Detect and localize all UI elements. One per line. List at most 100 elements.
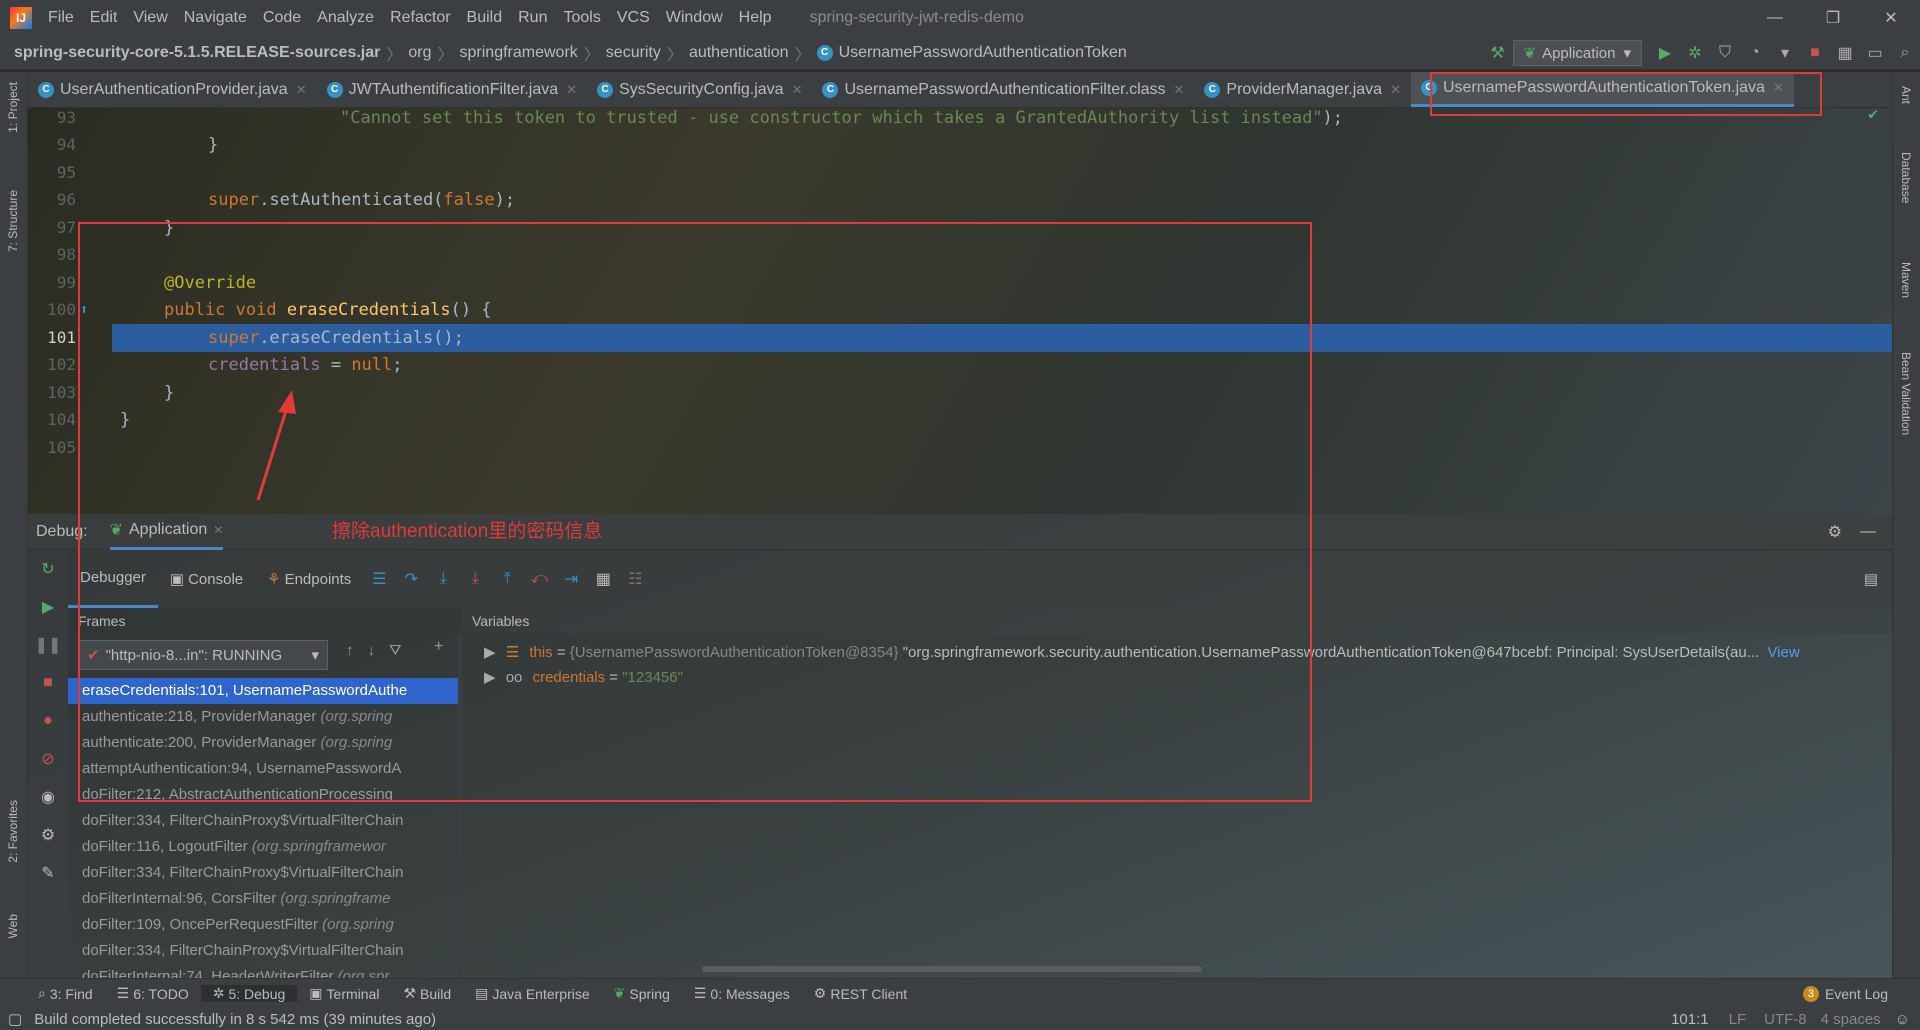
- breadcrumb-org[interactable]: org: [408, 44, 431, 62]
- menu-tools[interactable]: Tools: [555, 9, 608, 27]
- hide-panel-icon[interactable]: —: [1860, 523, 1876, 541]
- project-tool-button[interactable]: 1: Project: [6, 82, 20, 133]
- run-config-label: Application: [1542, 44, 1616, 62]
- frame-item[interactable]: doFilter:116, LogoutFilter (org.springfr…: [68, 834, 458, 860]
- ant-tool-button[interactable]: Ant: [1899, 86, 1913, 104]
- settings-icon[interactable]: ⚙: [28, 816, 68, 854]
- view-link[interactable]: View: [1767, 644, 1799, 661]
- favorites-tool-button[interactable]: 2: Favorites: [6, 800, 20, 863]
- variables-hscrollbar[interactable]: [702, 966, 1202, 972]
- debug-tool-button[interactable]: ✲ 5: Debug: [200, 985, 298, 1002]
- search-everywhere-icon[interactable]: ⌕: [1890, 44, 1920, 62]
- messages-tool-button[interactable]: ☰ 0: Messages: [682, 985, 802, 1002]
- database-tool-button[interactable]: Database: [1899, 152, 1913, 203]
- caret-position[interactable]: 101:1: [1671, 1011, 1709, 1028]
- class-icon: C: [822, 81, 839, 98]
- tab-user-authentication-provider[interactable]: C UserAuthenticationProvider.java ✕: [28, 72, 317, 107]
- close-icon[interactable]: ✕: [1862, 0, 1920, 36]
- rest-client-tool-button[interactable]: ⚙ REST Client: [802, 985, 919, 1002]
- run-config-select[interactable]: ❦ Application ▾: [1512, 40, 1642, 66]
- file-encoding[interactable]: UTF-8: [1764, 1011, 1807, 1028]
- close-tab-icon[interactable]: ✕: [1174, 82, 1185, 98]
- title-bar: IJ File Edit View Navigate Code Analyze …: [0, 0, 1920, 36]
- event-log-button[interactable]: 3 Event Log: [1791, 985, 1900, 1002]
- run-icon[interactable]: ▶: [1650, 43, 1680, 63]
- tab-provider-manager[interactable]: C ProviderManager.java ✕: [1194, 72, 1411, 107]
- frame-item[interactable]: doFilter:334, FilterChainProxy$VirtualFi…: [68, 808, 458, 834]
- mute-breakpoints-icon[interactable]: ⊘: [28, 740, 68, 778]
- indent-setting[interactable]: 4 spaces: [1821, 1011, 1881, 1028]
- line-number: 100: [47, 300, 76, 319]
- web-tool-button[interactable]: Web: [6, 914, 20, 938]
- menu-run[interactable]: Run: [510, 9, 555, 27]
- close-tab-icon[interactable]: ✕: [792, 82, 803, 98]
- resume-icon[interactable]: ▶: [28, 588, 68, 626]
- spring-tool-button[interactable]: ❦ Spring: [602, 985, 682, 1002]
- breadcrumb-springframework[interactable]: springframework: [460, 44, 578, 62]
- structure-tool-button[interactable]: 7: Structure: [6, 190, 20, 252]
- right-tool-strip: Ant Database Maven Bean Validation: [1892, 72, 1920, 978]
- project-structure-icon[interactable]: ▦: [1830, 43, 1860, 63]
- menu-code[interactable]: Code: [255, 9, 309, 27]
- debug-icon[interactable]: ✲: [1680, 43, 1710, 63]
- pause-icon[interactable]: ❚❚: [28, 626, 68, 664]
- settings-gear-icon[interactable]: ⚙: [1828, 522, 1842, 542]
- code-line-93: "Cannot set this token to trusted - use …: [340, 108, 1344, 128]
- terminal-tool-button[interactable]: ▣ Terminal: [297, 985, 391, 1002]
- close-tab-icon[interactable]: ✕: [1390, 82, 1401, 98]
- menu-file[interactable]: File: [40, 9, 82, 27]
- build-tool-button[interactable]: ⚒ Build: [391, 985, 463, 1002]
- frame-item[interactable]: doFilter:334, FilterChainProxy$VirtualFi…: [68, 860, 458, 886]
- breadcrumb-class[interactable]: UsernamePasswordAuthenticationToken: [839, 44, 1127, 62]
- tab-sys-security-config[interactable]: C SysSecurityConfig.java ✕: [587, 72, 812, 107]
- rerun-icon[interactable]: ↻: [28, 550, 68, 588]
- minimize-icon[interactable]: —: [1746, 0, 1804, 36]
- search-icon: ⌕: [38, 985, 46, 1001]
- restore-icon[interactable]: ❐: [1804, 0, 1862, 36]
- coverage-icon[interactable]: ⛉: [1710, 44, 1740, 62]
- breadcrumb-authentication[interactable]: authentication: [689, 44, 789, 62]
- tab-username-password-filter[interactable]: C UsernamePasswordAuthenticationFilter.cl…: [812, 72, 1194, 107]
- line-number: 97: [56, 218, 76, 237]
- pin-icon[interactable]: ✎: [28, 854, 68, 892]
- menu-build[interactable]: Build: [459, 9, 511, 27]
- frame-item[interactable]: doFilter:109, OncePerRequestFilter (org.…: [68, 912, 458, 938]
- frame-item[interactable]: doFilterInternal:96, CorsFilter (org.spr…: [68, 886, 458, 912]
- breadcrumb-security[interactable]: security: [606, 44, 661, 62]
- menu-help[interactable]: Help: [731, 9, 780, 27]
- rest-client-label: REST Client: [830, 985, 908, 1002]
- java-enterprise-tool-button[interactable]: ▤ Java Enterprise: [463, 985, 602, 1002]
- line-separator[interactable]: LF: [1729, 1011, 1747, 1028]
- view-breakpoints-icon[interactable]: ●: [28, 702, 68, 740]
- status-toggle-icon[interactable]: ▢: [8, 1010, 22, 1028]
- annotation-arrow: [256, 390, 296, 501]
- layout-settings-icon[interactable]: ▤: [1864, 570, 1878, 588]
- inspector-icon[interactable]: ☺: [1895, 1011, 1910, 1028]
- debug-label: 5: Debug: [228, 985, 286, 1002]
- maven-tool-button[interactable]: Maven: [1899, 262, 1913, 298]
- menu-analyze[interactable]: Analyze: [309, 9, 382, 27]
- frame-item[interactable]: doFilter:334, FilterChainProxy$VirtualFi…: [68, 938, 458, 964]
- event-count-badge: 3: [1802, 985, 1819, 1002]
- stop-icon[interactable]: ■: [28, 664, 68, 702]
- menu-view[interactable]: View: [125, 9, 175, 27]
- bean-validation-tool-button[interactable]: Bean Validation: [1899, 352, 1913, 435]
- todo-tool-button[interactable]: ☰ 6: TODO: [105, 985, 201, 1002]
- menu-refactor[interactable]: Refactor: [382, 9, 458, 27]
- menu-vcs[interactable]: VCS: [609, 9, 658, 27]
- tab-jwt-filter[interactable]: C JWTAuthentificationFilter.java ✕: [317, 72, 587, 107]
- profile-icon[interactable]: ◔: [1740, 44, 1770, 62]
- menu-window[interactable]: Window: [658, 9, 731, 27]
- more-chevron-icon[interactable]: ▾: [1770, 43, 1800, 63]
- camera-icon[interactable]: ◉: [28, 778, 68, 816]
- close-tab-icon[interactable]: ✕: [296, 82, 307, 98]
- breadcrumb-jar[interactable]: spring-security-core-5.1.5.RELEASE-sourc…: [14, 44, 380, 62]
- close-tab-icon[interactable]: ✕: [566, 82, 577, 98]
- layout-icon[interactable]: ▭: [1860, 43, 1890, 63]
- build-hammer-icon[interactable]: ⚒: [1483, 43, 1513, 63]
- annotation-text: 擦除authentication里的密码信息: [332, 521, 603, 542]
- menu-navigate[interactable]: Navigate: [176, 9, 255, 27]
- find-tool-button[interactable]: ⌕ 3: Find: [26, 985, 105, 1002]
- stop-icon[interactable]: ■: [1800, 44, 1830, 62]
- menu-edit[interactable]: Edit: [82, 9, 126, 27]
